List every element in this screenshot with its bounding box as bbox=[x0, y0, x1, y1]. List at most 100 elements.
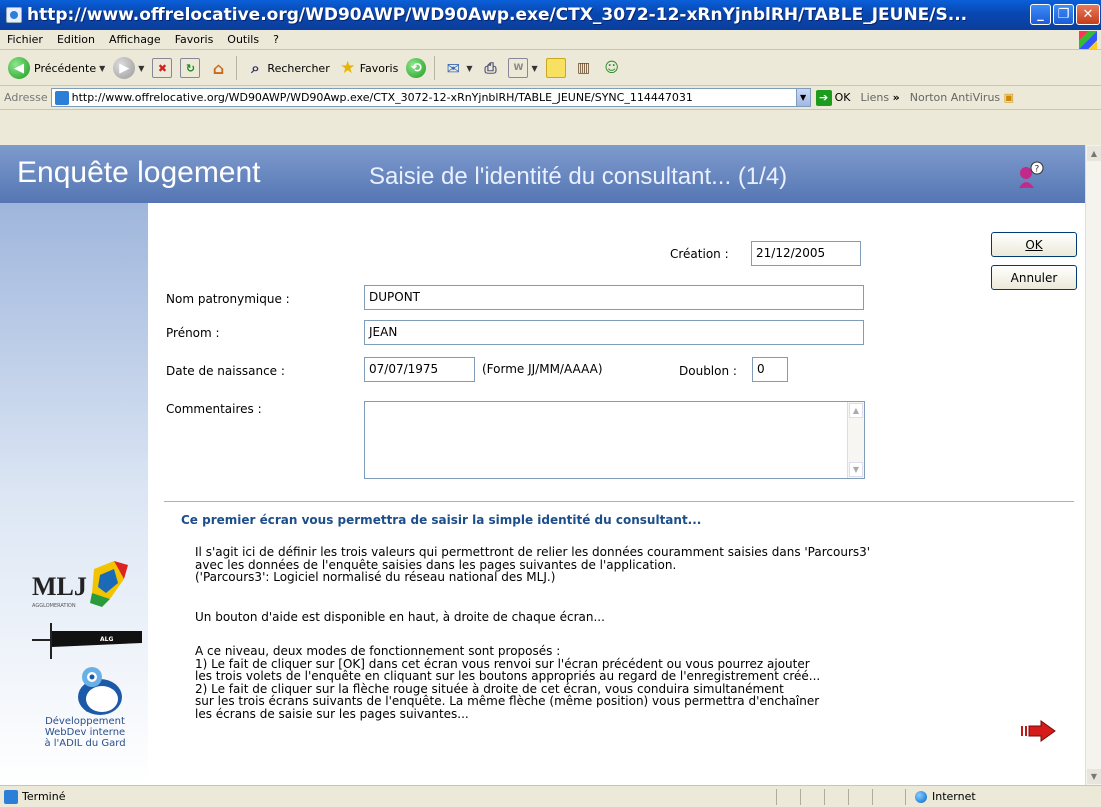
ok-button[interactable]: OK bbox=[991, 232, 1077, 257]
go-button[interactable]: ➔ OK bbox=[815, 89, 851, 106]
search-icon: ⌕ bbox=[251, 59, 260, 77]
page-icon bbox=[54, 90, 69, 105]
norton-label: Norton AntiVirus bbox=[909, 91, 1001, 104]
links-button[interactable]: Liens » bbox=[860, 91, 899, 104]
page-banner: Enquête logement Saisie de l'identité du… bbox=[0, 145, 1085, 203]
ok-label: OK bbox=[1025, 237, 1043, 252]
printer-icon: ⎙ bbox=[484, 59, 497, 77]
scroll-up-icon[interactable]: ▲ bbox=[1087, 146, 1101, 161]
info-paragraph-2: Un bouton d'aide est disponible en haut,… bbox=[195, 610, 605, 624]
window-title: http://www.offrelocative.org/WD90AWP/WD9… bbox=[27, 5, 968, 25]
go-arrow-icon: ➔ bbox=[815, 89, 832, 106]
search-button[interactable]: ⌕ Rechercher bbox=[245, 58, 330, 78]
back-arrow-icon: ◀ bbox=[8, 57, 30, 79]
info-paragraph-3: A ce niveau, deux modes de fonctionnemen… bbox=[195, 645, 820, 720]
norton-button[interactable]: Norton AntiVirus ▣ bbox=[910, 91, 1014, 104]
info-line: sur les trois écrans suivants de l'enquê… bbox=[195, 694, 820, 708]
creation-field[interactable]: 21/12/2005 bbox=[751, 241, 861, 266]
menu-favoris[interactable]: Favoris bbox=[168, 33, 221, 46]
favorites-button[interactable]: ★ Favoris bbox=[338, 58, 399, 78]
next-arrow-icon[interactable] bbox=[1019, 719, 1057, 743]
commentaires-textarea[interactable]: ▲ ▼ bbox=[364, 401, 865, 479]
page-scrollbar[interactable]: ▲ ▼ bbox=[1085, 145, 1101, 785]
doublon-field[interactable]: 0 bbox=[752, 357, 788, 382]
research-button[interactable]: ▥ bbox=[574, 58, 594, 78]
menu-help[interactable]: ? bbox=[266, 33, 286, 46]
go-label: OK bbox=[834, 91, 851, 104]
chevron-down-icon[interactable]: ▼ bbox=[531, 64, 537, 73]
nom-field[interactable]: DUPONT bbox=[364, 285, 864, 310]
prenom-field[interactable]: JEAN bbox=[364, 320, 864, 345]
forward-arrow-icon: ▶ bbox=[113, 57, 136, 79]
chevron-down-icon[interactable]: ▼ bbox=[99, 64, 105, 73]
stop-icon: ✖ bbox=[152, 58, 173, 78]
search-label: Rechercher bbox=[267, 61, 330, 75]
address-input[interactable]: http://www.offrelocative.org/WD90AWP/WD9… bbox=[50, 88, 811, 107]
print-button[interactable]: ⎙ bbox=[480, 58, 500, 78]
close-button[interactable]: ✕ bbox=[1076, 4, 1100, 25]
forward-button[interactable]: ▶ ▼ bbox=[113, 57, 144, 79]
nom-label: Nom patronymique : bbox=[166, 292, 290, 306]
mail-button[interactable]: ✉ ▼ bbox=[443, 58, 473, 78]
page-done-icon bbox=[4, 789, 18, 804]
status-separator bbox=[800, 789, 801, 805]
windows-logo-icon bbox=[1079, 31, 1097, 49]
naissance-field[interactable]: 07/07/1975 bbox=[364, 357, 475, 382]
adil-logo bbox=[78, 667, 122, 715]
status-separator bbox=[905, 789, 906, 805]
mlj-logo: MLJ AGGLOMERATION bbox=[32, 561, 128, 609]
address-label: Adresse bbox=[4, 91, 48, 104]
home-button[interactable]: ⌂ bbox=[208, 58, 228, 78]
prenom-label: Prénom : bbox=[166, 326, 220, 340]
menu-fichier[interactable]: Fichier bbox=[0, 33, 50, 46]
divider bbox=[164, 501, 1074, 502]
naissance-hint: (Forme JJ/MM/AAAA) bbox=[482, 362, 603, 376]
note-icon bbox=[545, 58, 566, 78]
window-titlebar: http://www.offrelocative.org/WD90AWP/WD9… bbox=[0, 0, 1101, 30]
status-separator bbox=[824, 789, 825, 805]
word-icon: W bbox=[508, 58, 529, 78]
commentaires-label: Commentaires : bbox=[166, 402, 262, 416]
dev-line: WebDev interne bbox=[44, 727, 126, 738]
scroll-down-icon[interactable]: ▼ bbox=[1087, 769, 1101, 784]
refresh-button[interactable]: ↻ bbox=[180, 58, 201, 78]
notes-button[interactable] bbox=[545, 58, 566, 78]
status-separator bbox=[872, 789, 873, 805]
info-paragraph-1: Il s'agit ici de définir les trois valeu… bbox=[195, 546, 870, 584]
menu-outils[interactable]: Outils bbox=[220, 33, 266, 46]
minimize-button[interactable]: _ bbox=[1030, 4, 1051, 25]
stop-button[interactable]: ✖ bbox=[152, 58, 173, 78]
chevron-down-icon[interactable]: ▼ bbox=[795, 89, 810, 106]
menu-edition[interactable]: Edition bbox=[50, 33, 102, 46]
status-bar: Terminé Internet bbox=[0, 785, 1101, 807]
status-text: Terminé bbox=[22, 790, 66, 803]
chevron-down-icon[interactable]: ▼ bbox=[138, 64, 144, 73]
favorites-label: Favoris bbox=[359, 61, 399, 75]
svg-text:?: ? bbox=[1035, 165, 1040, 175]
back-button[interactable]: ◀ Précédente ▼ bbox=[8, 57, 105, 79]
menu-bar: Fichier Edition Affichage Favoris Outils… bbox=[0, 30, 1101, 50]
edit-button[interactable]: W ▼ bbox=[508, 58, 538, 78]
refresh-icon: ↻ bbox=[180, 58, 201, 78]
naissance-label: Date de naissance : bbox=[166, 364, 285, 378]
doublon-label: Doublon : bbox=[679, 364, 737, 378]
dev-line: à l'ADIL du Gard bbox=[44, 738, 126, 749]
info-line: les trois volets de l'enquête en cliquan… bbox=[195, 669, 821, 683]
chevron-down-icon[interactable]: ▼ bbox=[466, 64, 472, 73]
mlj-logo-subtext: AGGLOMERATION bbox=[32, 603, 76, 609]
page-subtitle: Saisie de l'identité du consultant... (1… bbox=[369, 163, 788, 190]
help-icon[interactable]: ? bbox=[1016, 160, 1046, 190]
cancel-button[interactable]: Annuler bbox=[991, 265, 1077, 290]
messenger-button[interactable]: ☺ bbox=[602, 58, 622, 78]
maximize-button[interactable]: ❐ bbox=[1053, 4, 1074, 25]
history-button[interactable]: ⟲ bbox=[406, 58, 427, 78]
menu-affichage[interactable]: Affichage bbox=[102, 33, 168, 46]
textarea-scrollbar[interactable]: ▲ ▼ bbox=[847, 402, 864, 478]
creation-label: Création : bbox=[670, 247, 729, 261]
scroll-up-icon[interactable]: ▲ bbox=[849, 403, 863, 418]
scroll-down-icon[interactable]: ▼ bbox=[849, 462, 863, 477]
info-line: A ce niveau, deux modes de fonctionnemen… bbox=[195, 644, 561, 658]
info-heading: Ce premier écran vous permettra de saisi… bbox=[181, 513, 702, 527]
info-line: ('Parcours3': Logiciel normalisé du rése… bbox=[195, 570, 556, 584]
page-content: Enquête logement Saisie de l'identité du… bbox=[0, 145, 1085, 785]
